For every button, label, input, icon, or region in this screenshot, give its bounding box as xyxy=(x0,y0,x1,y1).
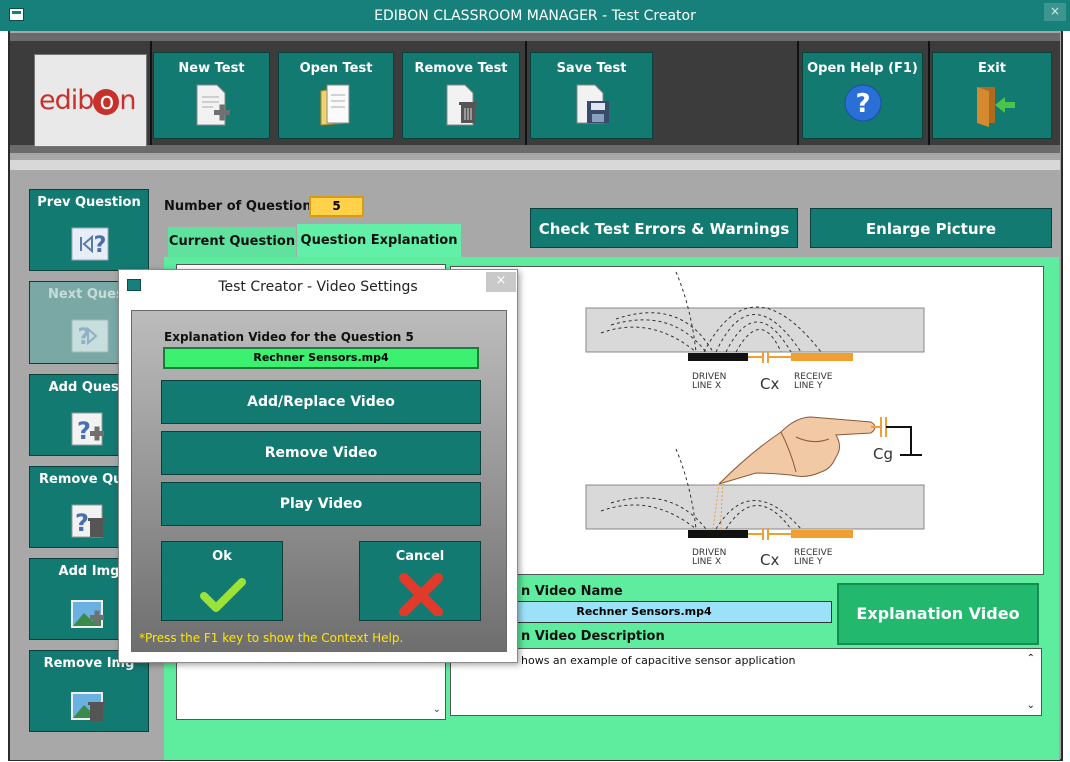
new-test-button[interactable]: New Test xyxy=(153,52,270,139)
svg-text:Cx: Cx xyxy=(760,375,779,393)
save-test-button[interactable]: Save Test xyxy=(530,52,653,139)
dialog-title: Test Creator - Video Settings xyxy=(218,279,418,295)
remove-test-button[interactable]: Remove Test xyxy=(402,52,520,139)
video-description-text: hows an example of capacitive sensor app… xyxy=(521,654,796,667)
cancel-x-icon xyxy=(399,573,443,616)
edibon-logo: edib o n xyxy=(34,54,147,147)
video-description-field[interactable]: hows an example of capacitive sensor app… xyxy=(450,648,1042,716)
title-bar: EDIBON CLASSROOM MANAGER - Test Creator … xyxy=(0,0,1070,31)
video-name-label: n Video Name xyxy=(521,584,623,599)
check-test-errors-button[interactable]: Check Test Errors & Warnings xyxy=(530,208,798,248)
dialog-close-button[interactable]: × xyxy=(486,272,516,292)
scroll-up-arrow[interactable]: ⌃ xyxy=(1027,653,1035,664)
svg-text:LINE Y: LINE Y xyxy=(794,381,823,391)
window-close-button[interactable]: × xyxy=(1044,3,1066,21)
prev-question-button[interactable]: Prev Question ? xyxy=(29,189,149,271)
toolbar-separator xyxy=(928,41,930,145)
scroll-down-arrow[interactable]: ⌄ xyxy=(1027,700,1035,711)
add-question-icon: ? xyxy=(71,412,104,446)
explanation-video-button[interactable]: Explanation Video xyxy=(837,583,1039,645)
svg-text:Cx: Cx xyxy=(760,551,779,569)
open-help-button[interactable]: Open Help (F1) ? xyxy=(802,52,923,139)
scroll-down-arrow[interactable]: ⌄ xyxy=(433,704,441,715)
exit-button[interactable]: Exit xyxy=(932,52,1052,139)
tab-current-question[interactable]: Current Question xyxy=(168,227,296,257)
add-image-icon xyxy=(71,600,104,628)
add-replace-video-button[interactable]: Add/Replace Video xyxy=(161,380,481,424)
logo-text: edib o n xyxy=(39,85,137,116)
svg-text:?: ? xyxy=(94,233,107,258)
new-document-icon xyxy=(196,84,230,126)
finger-icon xyxy=(718,416,876,485)
dialog-video-label: Explanation Video for the Question 5 xyxy=(164,330,414,344)
open-test-button[interactable]: Open Test xyxy=(278,52,394,139)
remove-video-button[interactable]: Remove Video xyxy=(161,431,481,475)
toolbar-separator xyxy=(797,41,799,145)
number-of-questions-field[interactable]: 5 xyxy=(309,196,364,217)
remove-image-icon xyxy=(71,692,105,721)
open-folder-icon xyxy=(320,84,350,126)
svg-text:LINE Y: LINE Y xyxy=(794,557,823,567)
explanation-image: DRIVEN LINE X Cx RECEIVE LINE Y Cg DRIVE… xyxy=(450,266,1044,575)
play-video-button[interactable]: Play Video xyxy=(161,482,481,526)
cancel-button[interactable]: Cancel xyxy=(359,541,481,621)
svg-text:Cg: Cg xyxy=(873,445,893,463)
remove-question-icon: ? xyxy=(71,504,105,538)
prev-question-icon: ? xyxy=(71,227,109,261)
svg-text:LINE X: LINE X xyxy=(692,381,721,391)
video-settings-dialog: Test Creator - Video Settings × Explanat… xyxy=(118,269,518,663)
exit-door-icon xyxy=(977,87,1015,127)
svg-text:LINE X: LINE X xyxy=(692,557,721,567)
content-top-strip xyxy=(10,160,1060,170)
svg-text:?: ? xyxy=(77,417,91,445)
capacitive-sensor-diagram: DRIVEN LINE X Cx RECEIVE LINE Y Cg DRIVE… xyxy=(585,271,925,569)
dialog-video-file-field[interactable]: Rechner Sensors.mp4 xyxy=(163,347,479,369)
tab-question-explanation[interactable]: Question Explanation xyxy=(297,224,461,257)
enlarge-picture-button[interactable]: Enlarge Picture xyxy=(810,208,1052,248)
context-help-hint: *Press the F1 key to show the Context He… xyxy=(139,631,404,645)
toolbar-separator xyxy=(525,41,527,145)
help-icon: ? xyxy=(844,84,882,122)
trash-document-icon xyxy=(446,84,477,126)
number-of-questions-label: Number of Questions xyxy=(164,199,320,214)
ok-button[interactable]: Ok xyxy=(161,541,283,621)
dialog-title-bar: Test Creator - Video Settings × xyxy=(119,270,517,302)
toolbar-separator xyxy=(150,41,152,145)
svg-text:?: ? xyxy=(75,509,89,537)
checkmark-icon xyxy=(200,578,246,612)
next-question-icon: ? xyxy=(71,319,109,353)
svg-text:?: ? xyxy=(855,89,870,119)
window-title: EDIBON CLASSROOM MANAGER - Test Creator xyxy=(374,8,696,24)
save-icon xyxy=(576,84,609,124)
video-description-label: n Video Description xyxy=(521,629,665,644)
